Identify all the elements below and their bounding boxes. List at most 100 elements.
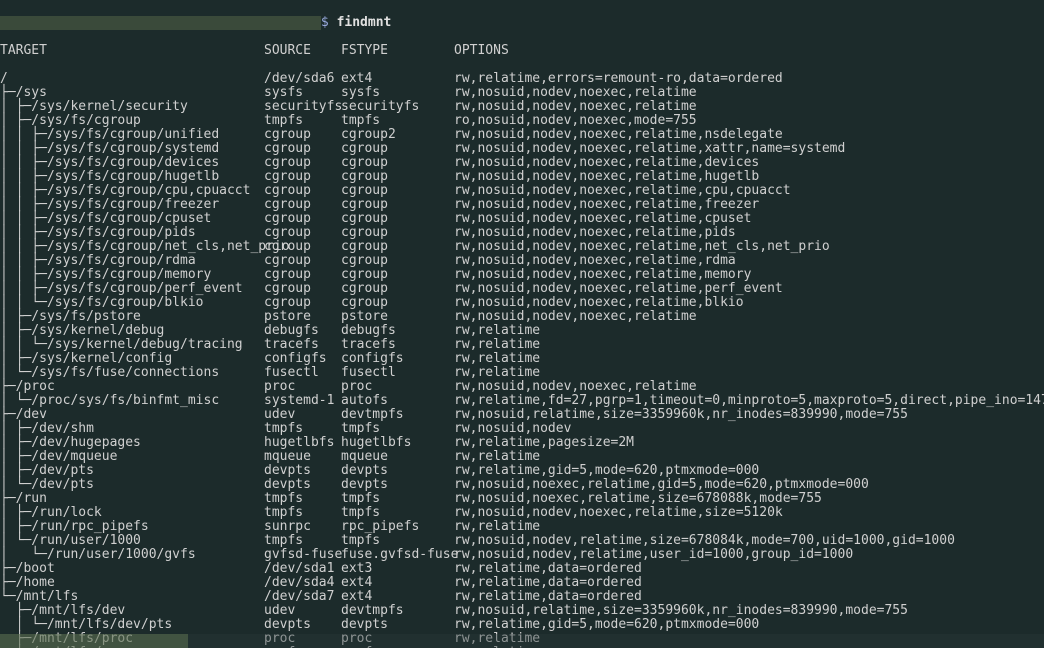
mount-row: │ ├─/sys/fs/cgrouptmpfstmpfsro,nosuid,no… (0, 114, 1044, 128)
mount-options: rw,relatime (454, 352, 540, 366)
mount-source: sysfs (264, 86, 341, 100)
mount-target: │ │ ├─/sys/fs/cgroup/unified (0, 128, 264, 142)
mount-options: rw,relatime,data=ordered (454, 590, 642, 604)
mount-row: ├─/mnt/lfs/devudevdevtmpfsrw,nosuid,rela… (0, 604, 1044, 618)
mount-fstype: devpts (341, 618, 454, 632)
mount-fstype: devpts (341, 464, 454, 478)
mount-options: rw,relatime,errors=remount-ro,data=order… (454, 72, 783, 86)
mount-source: configfs (264, 352, 341, 366)
mount-target: │ ├─/sys/kernel/security (0, 100, 264, 114)
mount-target: │ ├─/sys/fs/pstore (0, 310, 264, 324)
mount-fstype: cgroup (341, 142, 454, 156)
mount-row: │ │ ├─/sys/fs/cgroup/cpusetcgroupcgroupr… (0, 212, 1044, 226)
mount-source: cgroup (264, 254, 341, 268)
mount-source: mqueue (264, 450, 341, 464)
mount-fstype: ext3 (341, 562, 454, 576)
mount-options: rw,relatime (454, 324, 540, 338)
mount-target: │ │ ├─/sys/fs/cgroup/cpuset (0, 212, 264, 226)
mount-target: ├─/mnt/lfs/dev (0, 604, 264, 618)
mount-fstype: cgroup (341, 268, 454, 282)
mount-fstype: pstore (341, 310, 454, 324)
mount-fstype: devtmpfs (341, 408, 454, 422)
mount-target: │ │ ├─/sys/fs/cgroup/net_cls,net_prio (0, 240, 264, 254)
mount-row: │ ├─/sys/kernel/debugdebugfsdebugfsrw,re… (0, 324, 1044, 338)
mount-options: rw,nosuid,nodev,noexec,relatime (454, 100, 697, 114)
mount-row: ├─/runtmpfstmpfsrw,nosuid,noexec,relatim… (0, 492, 1044, 506)
mount-options: rw,relatime,gid=5,mode=620,ptmxmode=000 (454, 464, 759, 478)
terminal[interactable]: $ findmnt TARGETSOURCEFSTYPEOPTIONS //de… (0, 0, 1044, 648)
mount-target: └─/mnt/lfs (0, 590, 264, 604)
mount-source: cgroup (264, 128, 341, 142)
mount-fstype: cgroup (341, 170, 454, 184)
mount-options: rw,nosuid,relatime,size=3359960k,nr_inod… (454, 408, 908, 422)
mount-target: │ └─/run/user/1000 (0, 534, 264, 548)
mount-row: │ │ ├─/sys/fs/cgroup/rdmacgroupcgrouprw,… (0, 254, 1044, 268)
mount-options: rw,nosuid,noexec,relatime,gid=5,mode=620… (454, 478, 869, 492)
mount-target: │ └─/dev/pts (0, 478, 264, 492)
mount-target: │ ├─/sys/kernel/config (0, 352, 264, 366)
mount-target: │ └─/run/user/1000/gvfs (0, 548, 264, 562)
mount-source: cgroup (264, 240, 341, 254)
mount-source: cgroup (264, 212, 341, 226)
mount-options: rw,relatime,data=ordered (454, 576, 642, 590)
mount-source: /dev/sda4 (264, 576, 341, 590)
mount-row: │ └─/mnt/lfs/dev/ptsdevptsdevptsrw,relat… (0, 618, 1044, 632)
mount-target: │ │ └─/sys/fs/cgroup/blkio (0, 296, 264, 310)
mount-source: tmpfs (264, 506, 341, 520)
mount-source: proc (264, 380, 341, 394)
mount-source: systemd-1 (264, 394, 341, 408)
mount-options: rw,relatime (454, 338, 540, 352)
mount-options: rw,nosuid,nodev,relatime,user_id=1000,gr… (454, 548, 853, 562)
prompt-host (0, 16, 321, 30)
mount-fstype: tmpfs (341, 422, 454, 436)
mount-options: rw,nosuid,nodev,noexec,relatime,cpu,cpua… (454, 184, 791, 198)
mount-options: rw,relatime,data=ordered (454, 562, 642, 576)
mount-row: │ │ ├─/sys/fs/cgroup/pidscgroupcgrouprw,… (0, 226, 1044, 240)
mount-fstype: devtmpfs (341, 604, 454, 618)
mount-fstype: tracefs (341, 338, 454, 352)
mount-source: cgroup (264, 198, 341, 212)
mount-row: ├─/procprocprocrw,nosuid,nodev,noexec,re… (0, 380, 1044, 394)
mount-row: │ │ ├─/sys/fs/cgroup/unifiedcgroupcgroup… (0, 128, 1044, 142)
mount-source: debugfs (264, 324, 341, 338)
mount-options: rw,nosuid,nodev,noexec,relatime,size=512… (454, 506, 783, 520)
mount-fstype: securityfs (341, 100, 454, 114)
mount-fstype: sysfs (341, 86, 454, 100)
mount-row: │ ├─/dev/hugepageshugetlbfshugetlbfsrw,r… (0, 436, 1044, 450)
mount-row: │ └─/sys/fs/fuse/connectionsfusectlfusec… (0, 366, 1044, 380)
header-row: TARGETSOURCEFSTYPEOPTIONS (0, 44, 1044, 58)
mount-list: //dev/sda6ext4rw,relatime,errors=remount… (0, 72, 1044, 648)
mount-row: │ │ ├─/sys/fs/cgroup/cpu,cpuacctcgroupcg… (0, 184, 1044, 198)
mount-row: //dev/sda6ext4rw,relatime,errors=remount… (0, 72, 1044, 86)
mount-target: │ └─/mnt/lfs/dev/pts (0, 618, 264, 632)
mount-source: cgroup (264, 142, 341, 156)
mount-target: │ │ ├─/sys/fs/cgroup/perf_event (0, 282, 264, 296)
mount-fstype: hugetlbfs (341, 436, 454, 450)
mount-source: hugetlbfs (264, 436, 341, 450)
mount-target: ├─/sys (0, 86, 264, 100)
mount-options: rw,relatime,gid=5,mode=620,ptmxmode=000 (454, 618, 759, 632)
mount-source: /dev/sda1 (264, 562, 341, 576)
mount-target: │ └─/sys/fs/fuse/connections (0, 366, 264, 380)
mount-target: │ │ ├─/sys/fs/cgroup/rdma (0, 254, 264, 268)
mount-row: ├─/devudevdevtmpfsrw,nosuid,relatime,siz… (0, 408, 1044, 422)
mount-target: │ ├─/dev/mqueue (0, 450, 264, 464)
mount-fstype: cgroup2 (341, 128, 454, 142)
mount-source: /dev/sda6 (264, 72, 341, 86)
header-fstype: FSTYPE (341, 44, 454, 58)
mount-fstype: fuse.gvfsd-fuse (341, 548, 454, 562)
mount-source: securityfs (264, 100, 341, 114)
mount-options: rw,nosuid,nodev,noexec,relatime,devices (454, 156, 759, 170)
mount-row: │ │ ├─/sys/fs/cgroup/devicescgroupcgroup… (0, 156, 1044, 170)
mount-options: rw,nosuid,nodev,noexec,relatime (454, 86, 697, 100)
mount-target: │ │ ├─/sys/fs/cgroup/cpu,cpuacct (0, 184, 264, 198)
mount-options: rw,relatime (454, 450, 540, 464)
mount-source: cgroup (264, 282, 341, 296)
mount-target: ├─/home (0, 576, 264, 590)
mount-options: rw,nosuid,nodev,noexec,relatime (454, 310, 697, 324)
mount-source: cgroup (264, 226, 341, 240)
mount-fstype: cgroup (341, 254, 454, 268)
mount-source: cgroup (264, 156, 341, 170)
mount-row: │ ├─/sys/kernel/configconfigfsconfigfsrw… (0, 352, 1044, 366)
mount-target: ├─/dev (0, 408, 264, 422)
